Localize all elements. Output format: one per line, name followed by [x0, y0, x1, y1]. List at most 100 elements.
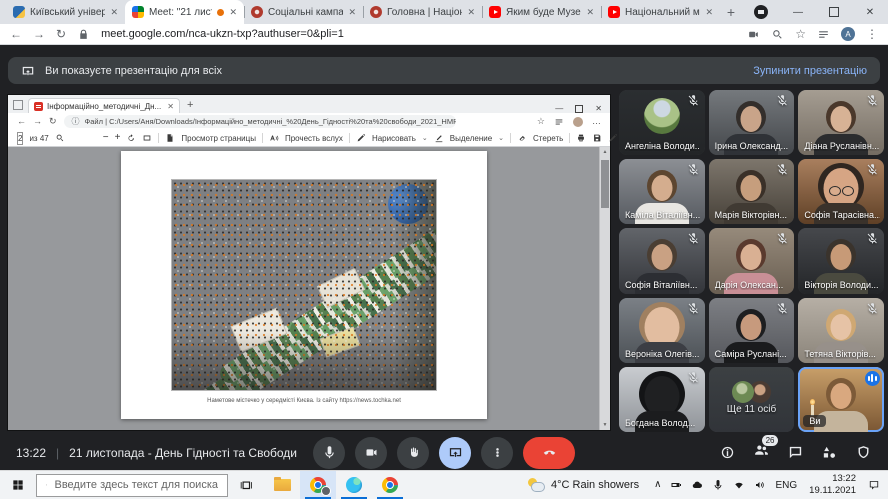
participant-tile[interactable]: Дарія Олексан... [709, 228, 795, 293]
pdf-page-input[interactable]: 2 [17, 132, 23, 145]
edge-favorites-icon[interactable]: ☆ [537, 117, 545, 126]
chrome2-taskbar-button[interactable] [372, 471, 408, 499]
file-explorer-button[interactable] [264, 471, 300, 499]
zoom-in-icon[interactable]: + [115, 133, 121, 143]
edge-tab[interactable]: Інформаційно_методичні_Дн... ✕ [28, 98, 180, 113]
participant-tile[interactable]: Марія Вікторівн... [709, 159, 795, 224]
action-center-icon[interactable] [868, 479, 880, 491]
chevron-down-icon[interactable]: ⌄ [422, 134, 428, 142]
participant-tile[interactable]: Каміла Віталіївн... [619, 159, 705, 224]
tab-close-icon[interactable]: ✕ [348, 7, 356, 18]
edge-minimize-button[interactable]: — [555, 104, 563, 113]
minimize-button[interactable]: — [780, 0, 816, 24]
edge-close-button[interactable]: ✕ [595, 104, 602, 113]
stop-presenting-button[interactable]: Зупинити презентацію [753, 65, 867, 77]
participant-tile[interactable]: Ангеліна Володи... [619, 90, 705, 155]
participant-tile[interactable]: Тетяна Вікторів... [798, 298, 884, 363]
taskbar-search-box[interactable]: Введите здесь текст для поиска [36, 474, 228, 497]
draw-label[interactable]: Нарисовать [372, 134, 416, 143]
pdf-scrollbar[interactable]: ▲ ▼ [599, 147, 610, 430]
new-tab-button[interactable]: + [720, 0, 742, 24]
highlight-label[interactable]: Выделение [450, 134, 492, 143]
edge-forward-icon[interactable]: → [33, 117, 42, 126]
cloud-icon[interactable] [691, 479, 703, 491]
participants-button[interactable]: 26 [753, 442, 770, 464]
rotate-icon[interactable] [126, 133, 136, 143]
mic-tray-icon[interactable] [712, 479, 724, 491]
hidden-icons-chevron[interactable]: ∧ [654, 480, 661, 490]
draw-icon[interactable] [356, 133, 366, 143]
start-button[interactable] [0, 471, 36, 499]
edge-address-bar[interactable]: ⓘ Файл | C:/Users/Аня/Downloads/Інформац… [64, 115, 456, 128]
participant-tile[interactable]: Ірина Олександ... [709, 90, 795, 155]
edit-icon[interactable] [608, 133, 618, 143]
edge-back-icon[interactable]: ← [17, 117, 26, 126]
edge-new-tab-button[interactable]: + [187, 99, 193, 111]
edge-collections-icon[interactable] [554, 117, 564, 127]
edge-taskbar-button[interactable] [336, 471, 372, 499]
tab-close-icon[interactable]: ✕ [110, 7, 118, 18]
forward-icon[interactable]: → [33, 28, 45, 40]
chat-icon[interactable] [787, 444, 804, 461]
bookmark-star-icon[interactable]: ☆ [795, 28, 806, 40]
taskbar-clock[interactable]: 13:22 19.11.2021 [806, 473, 859, 497]
pdf-search-icon[interactable] [55, 133, 65, 143]
edge-refresh-icon[interactable]: ↻ [49, 117, 57, 126]
scroll-down-icon[interactable]: ▼ [600, 420, 610, 430]
chrome-menu-icon[interactable]: ⋮ [866, 28, 878, 40]
address-bar[interactable]: meet.google.com/nca-ukzn-txp?authuser=0&… [101, 28, 344, 40]
edge-maximize-button[interactable] [575, 105, 583, 113]
close-button[interactable]: ✕ [852, 0, 888, 24]
browser-tab[interactable]: Головна | Національн ✕ [363, 0, 482, 24]
end-call-button[interactable] [523, 437, 575, 469]
present-button[interactable] [439, 437, 471, 469]
audio-indicator[interactable] [865, 371, 880, 386]
host-controls-icon[interactable] [855, 444, 872, 461]
fit-page-icon[interactable] [142, 133, 152, 143]
edge-profile-avatar[interactable] [573, 117, 583, 127]
battery-icon[interactable] [670, 479, 682, 491]
edge-menu-icon[interactable]: … [592, 117, 601, 126]
browser-tab[interactable]: Meet: "21 листопа ✕ [125, 0, 244, 24]
media-controls-icon[interactable] [754, 5, 768, 19]
language-indicator[interactable]: ENG [775, 480, 797, 491]
search-icon[interactable] [771, 28, 784, 41]
chevron-down-icon[interactable]: ⌄ [498, 134, 504, 142]
page-view-icon[interactable] [165, 133, 175, 143]
activities-icon[interactable] [821, 444, 838, 461]
task-view-button[interactable] [228, 471, 264, 499]
read-aloud-icon[interactable] [269, 133, 279, 143]
scrollbar-thumb[interactable] [601, 160, 609, 208]
erase-label[interactable]: Стереть [533, 134, 563, 143]
zoom-out-icon[interactable]: − [103, 133, 109, 143]
browser-tab[interactable]: Національний музей ✕ [601, 0, 720, 24]
tab-close-icon[interactable]: ✕ [705, 7, 713, 18]
more-options-button[interactable] [481, 437, 513, 469]
maximize-button[interactable] [816, 0, 852, 24]
browser-tab[interactable]: Київський університе ✕ [6, 0, 125, 24]
participant-tile[interactable]: Софія Тарасівна... [798, 159, 884, 224]
network-icon[interactable] [733, 479, 745, 491]
participant-tile[interactable]: Богдана Волод... [619, 367, 705, 432]
refresh-icon[interactable]: ↻ [56, 28, 66, 40]
page-info-icon[interactable]: ⓘ [72, 116, 80, 127]
back-icon[interactable]: ← [10, 28, 22, 40]
erase-icon[interactable] [517, 133, 527, 143]
scroll-up-icon[interactable]: ▲ [600, 147, 610, 157]
participant-tile[interactable]: Ви [798, 367, 884, 432]
participant-tile[interactable]: Ще 11 осіб [709, 367, 795, 432]
tab-close-icon[interactable]: ✕ [586, 7, 594, 18]
pdf-content[interactable]: Наметове містечко у середмісті Києва. Із… [8, 147, 610, 430]
raise-hand-button[interactable] [397, 437, 429, 469]
participant-tile[interactable]: Софія Віталіївн... [619, 228, 705, 293]
volume-icon[interactable] [754, 479, 766, 491]
mic-button[interactable] [313, 437, 345, 469]
meeting-details-icon[interactable] [719, 444, 736, 461]
page-view-label[interactable]: Просмотр страницы [181, 134, 256, 143]
reading-list-icon[interactable] [817, 28, 830, 41]
weather-widget[interactable]: 4°C Rain showers [522, 478, 645, 492]
highlight-icon[interactable] [434, 133, 444, 143]
chrome-taskbar-button[interactable] [300, 471, 336, 499]
participant-tile[interactable]: Вероніка Олегів... [619, 298, 705, 363]
edge-tab-close-icon[interactable]: ✕ [167, 102, 174, 111]
